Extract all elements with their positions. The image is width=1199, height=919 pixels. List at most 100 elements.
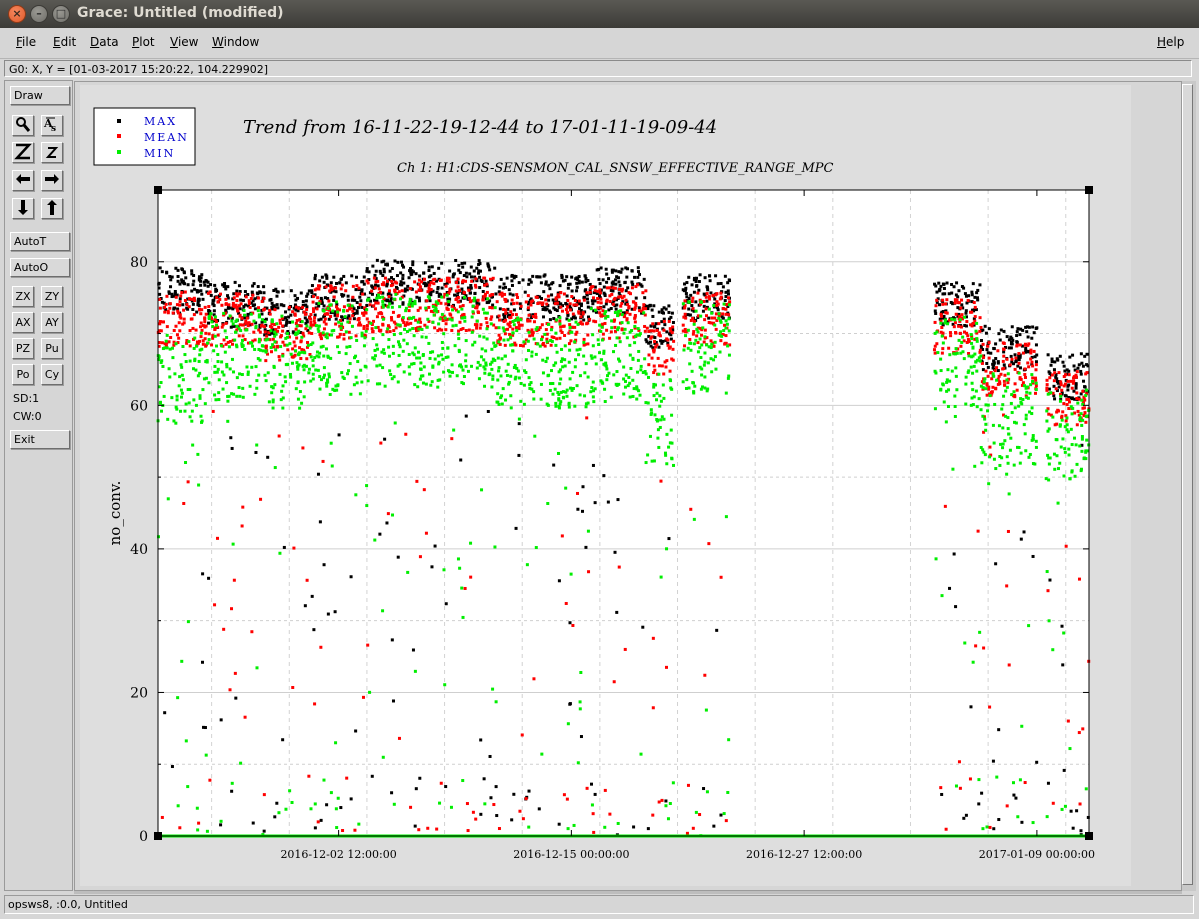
point-min	[438, 317, 442, 321]
maximize-window-button[interactable]: □	[52, 5, 70, 23]
point-min	[659, 575, 663, 579]
point-min	[179, 409, 183, 413]
scroll-left-button[interactable]	[12, 170, 34, 191]
point-min	[970, 337, 974, 341]
draw-button[interactable]: Draw	[10, 86, 70, 105]
autoscale-text-button[interactable]: A s	[41, 115, 63, 136]
point-mean	[485, 282, 489, 286]
point-min	[273, 340, 277, 344]
point-min	[319, 345, 323, 349]
point-min	[360, 334, 364, 338]
point-mean	[469, 575, 473, 579]
autoscale-on-button[interactable]: AutoO	[10, 258, 70, 277]
point-min	[963, 641, 967, 645]
point-mean	[642, 303, 646, 307]
point-max	[695, 284, 699, 288]
point-mean	[311, 307, 315, 311]
point-min	[1023, 384, 1027, 388]
chart-title: Trend from 16-11-22-19-12-44 to 17-01-11…	[243, 117, 717, 138]
pop-button[interactable]: Po	[12, 364, 34, 385]
point-mean	[258, 330, 262, 334]
point-min	[971, 388, 975, 392]
zoom-out-button[interactable]	[41, 142, 63, 163]
menu-plot[interactable]: Plot	[132, 35, 155, 49]
zoom-x-button[interactable]: ZX	[12, 286, 34, 307]
point-mean	[689, 507, 693, 511]
zoom-y-button[interactable]: ZY	[41, 286, 63, 307]
point-min	[703, 335, 707, 339]
menu-edit[interactable]: Edit	[53, 35, 76, 49]
point-mean	[662, 328, 666, 332]
point-mean	[158, 297, 162, 301]
autoscale-button[interactable]: AutoT	[10, 232, 70, 251]
point-mean	[1001, 359, 1005, 363]
zoom-button[interactable]	[12, 115, 34, 136]
cycle-button[interactable]: Cy	[41, 364, 63, 385]
point-max	[986, 365, 990, 369]
point-max	[340, 294, 344, 298]
point-min	[261, 349, 265, 353]
point-max	[604, 267, 608, 271]
point-min	[975, 337, 979, 341]
point-max	[399, 260, 403, 264]
point-min	[325, 332, 329, 336]
point-min	[686, 328, 690, 332]
plot-canvas[interactable]: MAX MEAN MIN Trend from 16-11-22-19-12-4…	[80, 85, 1131, 886]
point-max	[660, 308, 664, 312]
point-max	[461, 265, 465, 269]
point-mean	[336, 335, 340, 339]
menu-view[interactable]: View	[170, 35, 198, 49]
point-mean	[1027, 365, 1031, 369]
zoom-in-button[interactable]	[12, 142, 34, 163]
point-min	[493, 306, 497, 310]
menu-data[interactable]: Data	[90, 35, 119, 49]
point-min	[1029, 383, 1033, 387]
close-window-button[interactable]: ×	[8, 5, 26, 23]
point-min	[364, 329, 368, 333]
point-mean	[647, 329, 651, 333]
point-min	[717, 333, 721, 337]
autoscale-x-button[interactable]: AX	[12, 312, 34, 333]
point-min	[322, 354, 326, 358]
point-mean	[1026, 361, 1030, 365]
point-min	[997, 424, 1001, 428]
scroll-right-button[interactable]	[41, 170, 63, 191]
scroll-up-button[interactable]	[41, 198, 63, 219]
exit-button[interactable]: Exit	[10, 430, 70, 449]
point-min	[582, 354, 586, 358]
point-max	[694, 279, 698, 283]
push-button[interactable]: Pu	[41, 338, 63, 359]
scroll-down-button[interactable]	[12, 198, 34, 219]
autoscale-y-button[interactable]: AY	[41, 312, 63, 333]
point-min	[688, 362, 692, 366]
push-zoom-button[interactable]: PZ	[12, 338, 34, 359]
point-min	[605, 378, 609, 382]
point-min	[475, 319, 479, 323]
point-min	[953, 318, 957, 322]
point-mean	[344, 289, 348, 293]
point-mean	[455, 281, 459, 285]
point-max	[1031, 325, 1035, 329]
point-min	[578, 374, 582, 378]
point-max	[201, 572, 205, 576]
point-max	[186, 283, 190, 287]
point-min	[954, 374, 958, 378]
point-min	[658, 425, 662, 429]
point-min	[196, 452, 200, 456]
point-min	[974, 389, 978, 393]
point-min	[622, 365, 626, 369]
menu-file[interactable]: File	[16, 35, 36, 49]
point-min	[694, 309, 698, 313]
point-max	[409, 267, 413, 271]
menu-window[interactable]: Window	[212, 35, 259, 49]
point-max	[517, 453, 521, 457]
point-min	[524, 358, 528, 362]
point-mean	[1002, 347, 1006, 351]
point-mean	[238, 313, 242, 317]
point-mean	[1062, 375, 1066, 379]
point-min	[554, 401, 558, 405]
point-mean	[647, 363, 651, 367]
point-min	[311, 364, 315, 368]
minimize-window-button[interactable]: –	[30, 5, 48, 23]
menu-help[interactable]: Help	[1157, 35, 1184, 49]
